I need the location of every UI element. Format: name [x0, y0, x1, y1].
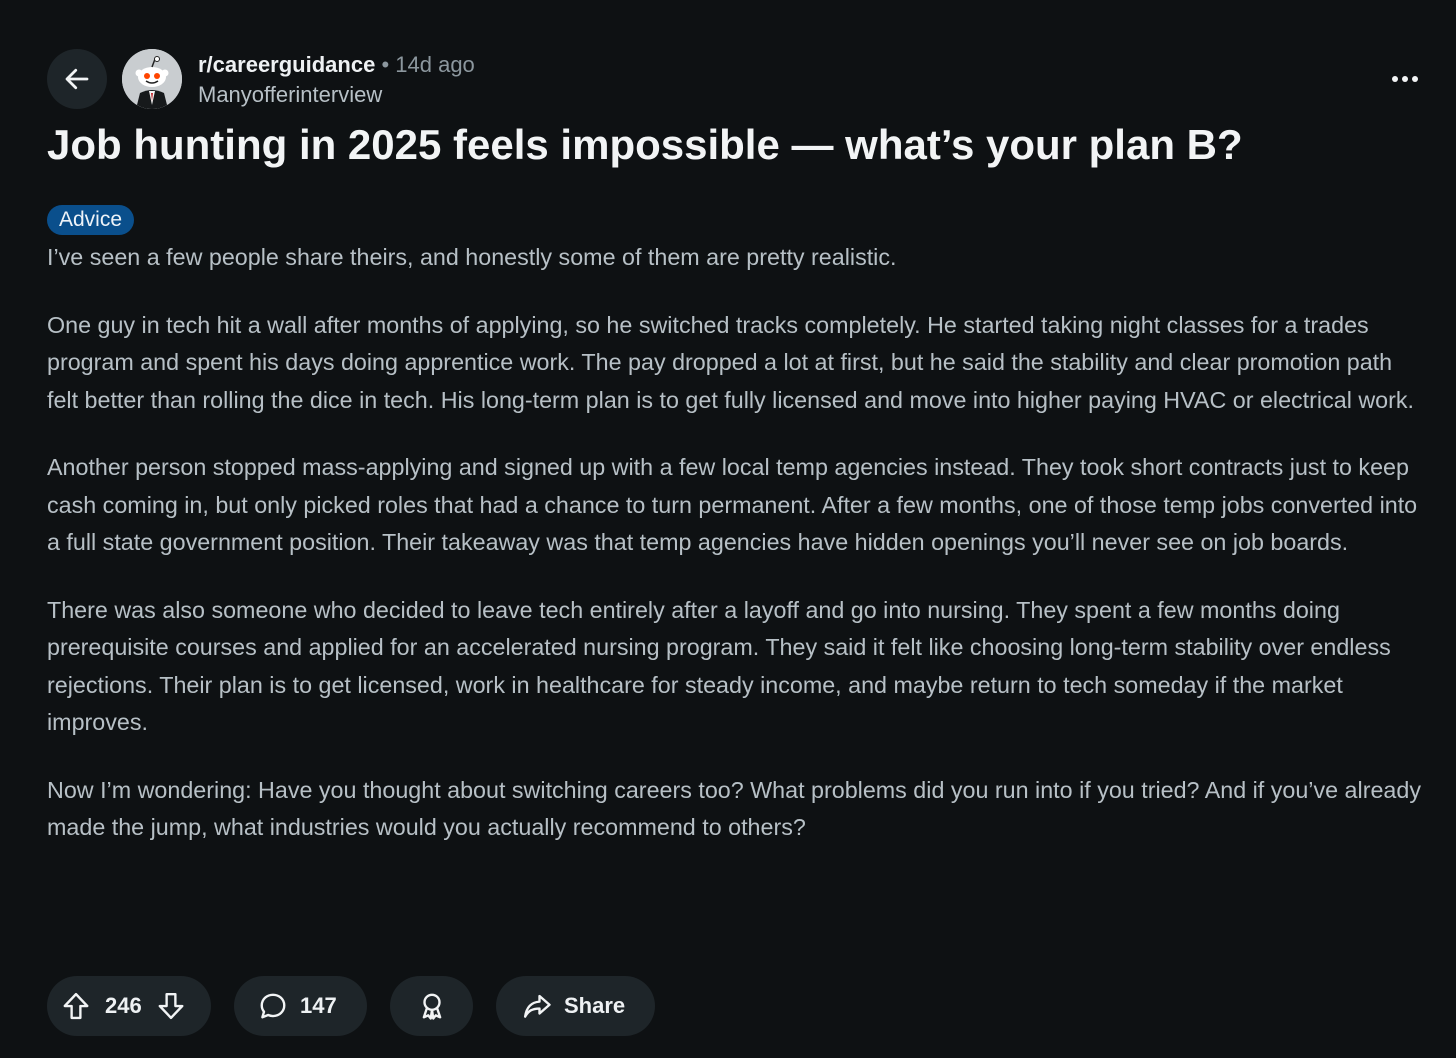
ellipsis-icon — [1392, 76, 1418, 82]
vote-control: 246 — [47, 976, 211, 1036]
vote-score: 246 — [105, 993, 142, 1018]
meta-line: r/careerguidance • 14d ago — [198, 50, 475, 80]
share-label: Share — [564, 993, 626, 1018]
post-timestamp: 14d ago — [395, 52, 475, 77]
body-paragraph: There was also someone who decided to le… — [47, 596, 1391, 736]
body-paragraph: One guy in tech hit a wall after months … — [47, 311, 1414, 413]
upvote-button[interactable] — [61, 991, 91, 1021]
comments-button[interactable]: 147 — [234, 976, 367, 1036]
author-link[interactable]: Manyofferinterview — [198, 80, 475, 110]
snoo-avatar-icon — [122, 49, 182, 109]
body-paragraph: Now I’m wondering: Have you thought abou… — [47, 776, 1421, 841]
post-title: Job hunting in 2025 feels impossible — w… — [47, 121, 1243, 168]
more-options-button[interactable] — [1387, 61, 1423, 97]
body-paragraph: I’ve seen a few people share theirs, and… — [47, 244, 897, 270]
meta-separator: • — [381, 52, 390, 77]
share-button[interactable]: Share — [496, 976, 655, 1036]
post-header: r/careerguidance • 14d ago Manyofferinte… — [47, 49, 1423, 109]
post-flair[interactable]: Advice — [47, 205, 135, 235]
downvote-button[interactable] — [156, 991, 186, 1021]
arrow-left-icon — [65, 68, 89, 90]
award-button[interactable] — [390, 976, 473, 1036]
subreddit-link[interactable]: r/careerguidance — [198, 52, 375, 77]
back-button[interactable] — [47, 49, 107, 109]
post-action-bar: 246 147 Share — [47, 976, 655, 1036]
comment-count: 147 — [300, 993, 337, 1018]
arrow-down-icon — [158, 992, 184, 1020]
share-arrow-icon — [523, 994, 551, 1018]
subreddit-avatar[interactable] — [122, 49, 182, 109]
arrow-up-icon — [63, 992, 89, 1020]
award-icon — [422, 993, 441, 1020]
post-meta: r/careerguidance • 14d ago Manyofferinte… — [198, 50, 475, 110]
post-body: I’ve seen a few people share theirs, and… — [47, 239, 1429, 877]
speech-bubble-icon — [260, 993, 286, 1019]
body-paragraph: Another person stopped mass-applying and… — [47, 454, 1418, 555]
